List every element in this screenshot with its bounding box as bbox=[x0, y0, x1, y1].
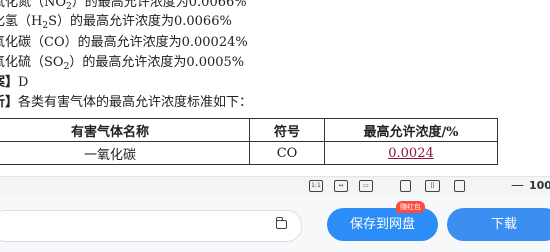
analysis-text: 各类有害气体的最高允许浓度标准如下： bbox=[18, 95, 253, 110]
document-viewer: 氧化氮（NO2）的最高允许浓度为0.0066% 化氢（H2S）的最高允许浓度为0… bbox=[0, 0, 550, 176]
answer-value: D bbox=[18, 75, 29, 90]
save-path-field[interactable] bbox=[0, 210, 302, 242]
table-cell: 0.0024 bbox=[324, 141, 498, 165]
doc-text: 氧化硫（SO bbox=[0, 55, 64, 70]
bottom-action-bar: 保存到网盘 赚红包 下载 bbox=[0, 196, 550, 252]
doc-line-so2: 氧化硫（SO2）的最高允许浓度为0.0005% bbox=[0, 54, 244, 76]
doc-text: ）的最高允许浓度为0.0066% bbox=[71, 0, 247, 10]
doc-analysis: 析】各类有害气体的最高允许浓度标准如下： bbox=[0, 94, 252, 111]
doc-line-co: 氧化碳（CO）的最高允许浓度为0.00024% bbox=[0, 34, 248, 51]
actual-size-icon[interactable]: ▭ bbox=[359, 180, 373, 192]
gas-limit-table: 有害气体名称 符号 最高允许浓度/% 一氧化碳 CO 0.0024 bbox=[0, 118, 498, 165]
table-cell: CO bbox=[249, 141, 325, 165]
save-to-cloud-button[interactable]: 保存到网盘 bbox=[327, 208, 438, 241]
doc-answer: 案】D bbox=[0, 74, 28, 91]
doc-text: 氧化氮（NO bbox=[0, 0, 67, 10]
fit-width-icon[interactable]: ↔ bbox=[334, 180, 348, 192]
doc-line-h2s: 化氢（H2S）的最高允许浓度为0.0066% bbox=[0, 13, 232, 35]
table-cell: 一氧化碳 bbox=[0, 141, 250, 165]
doc-text: ）的最高允许浓度为0.0005% bbox=[69, 55, 245, 70]
table-header: 符号 bbox=[249, 118, 325, 142]
limit-value: 0.0024 bbox=[388, 145, 434, 161]
table-row: 一氧化碳 CO 0.0024 bbox=[0, 141, 498, 165]
doc-text: S）的最高允许浓度为0.0066% bbox=[48, 14, 232, 29]
two-page-icon[interactable]: || bbox=[425, 180, 440, 192]
doc-text: 氧化碳（CO）的最高允许浓度为0.00024% bbox=[0, 35, 248, 50]
zoom-level: 100 bbox=[529, 179, 550, 192]
single-page-icon[interactable] bbox=[400, 180, 411, 192]
table-header: 有害气体名称 bbox=[0, 118, 250, 142]
folder-icon[interactable] bbox=[275, 217, 287, 229]
table-header: 最高允许浓度/% bbox=[324, 118, 498, 142]
answer-label: 案】 bbox=[0, 75, 19, 90]
doc-text: 化氢（H bbox=[0, 14, 43, 29]
reward-badge: 赚红包 bbox=[396, 201, 425, 213]
download-button[interactable]: 下载 bbox=[447, 208, 550, 241]
view-toolbar: 1:1 ↔ ▭ || — 100 bbox=[0, 176, 550, 196]
fit-page-icon[interactable]: 1:1 bbox=[309, 180, 323, 192]
scroll-icon[interactable] bbox=[454, 180, 465, 192]
zoom-out-button[interactable]: — bbox=[511, 178, 524, 193]
analysis-label: 析】 bbox=[0, 95, 19, 110]
table-header-row: 有害气体名称 符号 最高允许浓度/% bbox=[0, 118, 498, 142]
